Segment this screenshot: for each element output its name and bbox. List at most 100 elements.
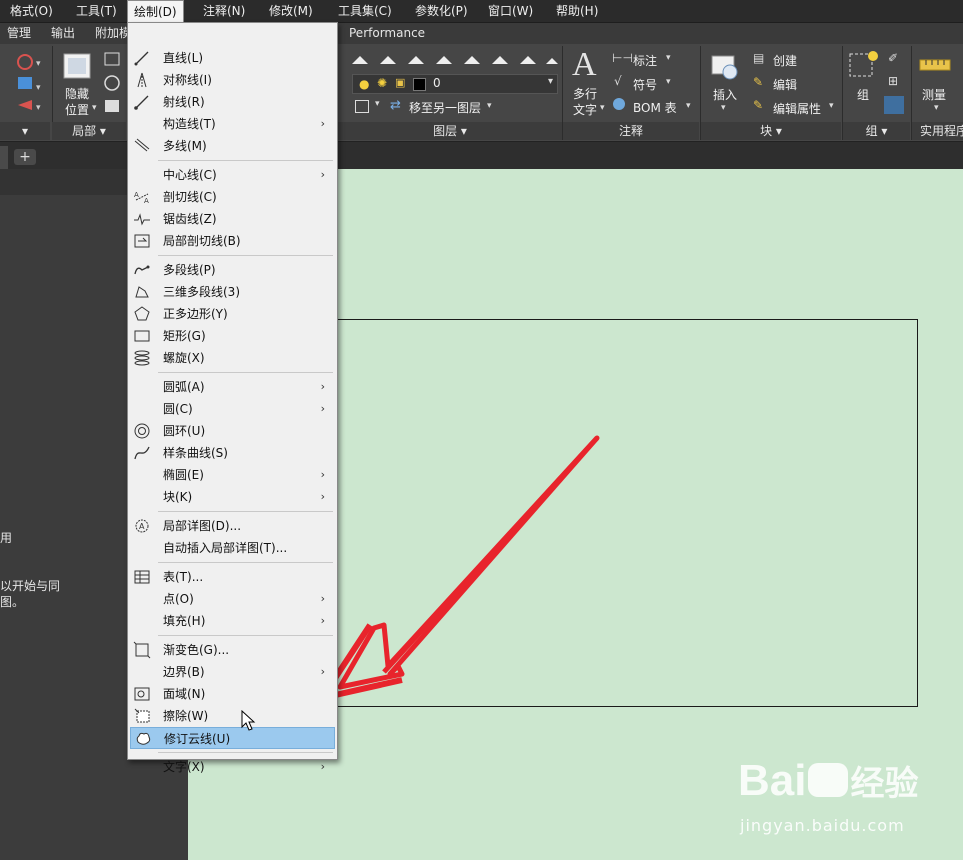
draw-menu-item[interactable]: 自动插入局部详图(T)... [130, 537, 335, 559]
menu-annotate[interactable]: 注释(N) [197, 0, 251, 22]
edit-button[interactable]: 编辑 [773, 76, 797, 93]
submenu-arrow-icon: › [320, 380, 325, 393]
draw-menu-item[interactable]: 三维多段线(3) [130, 281, 335, 303]
draw-menu-item[interactable]: 对称线(I) [130, 69, 335, 91]
bom-button[interactable]: BOM 表 [633, 99, 677, 116]
draw-menu-item[interactable]: 椭圆(E) › [130, 464, 335, 486]
menu-toolsets[interactable]: 工具集(C) [332, 0, 398, 22]
draw-menu-item[interactable]: 中心线(C) › [130, 164, 335, 186]
draw-menu-item-label: 擦除(W) [163, 709, 209, 723]
layer-box-icon[interactable] [355, 100, 369, 113]
draw-menu-item[interactable]: 锯齿线(Z) [130, 208, 335, 230]
create-button[interactable]: 创建 [773, 52, 797, 69]
menu-draw[interactable]: 绘制(D) [127, 0, 184, 23]
left-panel-text-3: 图。 [0, 595, 25, 609]
ray-icon [134, 95, 149, 110]
draw-menu-item[interactable]: 点(O) › [130, 588, 335, 610]
menu-separator [158, 562, 333, 563]
draw-menu-item[interactable]: 渐变色(G)... [130, 639, 335, 661]
draw-menu-item[interactable]: 圆弧(A) › [130, 376, 335, 398]
draw-menu-item[interactable]: 圆环(U) [130, 420, 335, 442]
panel-title-layer[interactable]: 图层 ▾ [338, 122, 562, 140]
draw-menu-item[interactable]: 填充(H) › [130, 610, 335, 632]
group-select-icon[interactable]: ⊞ [888, 74, 898, 88]
chevron-down-icon[interactable]: ▾ [721, 103, 726, 113]
draw-menu-item[interactable]: 文字(X) › [130, 756, 335, 778]
3d-polyline-icon [135, 286, 149, 298]
panel-title-annotate[interactable]: 注释 [563, 122, 699, 140]
measure-icon[interactable] [918, 54, 952, 80]
draw-menu-item[interactable]: 样条曲线(S) [130, 442, 335, 464]
draw-menu-item[interactable]: 表(T)... [130, 566, 335, 588]
panel-title-group[interactable]: 组 ▾ [843, 122, 910, 140]
layer-dropdown[interactable]: ● ✺ ▣ 0 ▾ [352, 74, 558, 94]
svg-text:A: A [134, 191, 139, 199]
chevron-down-icon: ▾ [547, 76, 553, 87]
draw-menu-item[interactable]: 圆(C) › [130, 398, 335, 420]
draw-menu-item-label: 圆(C) [163, 402, 193, 416]
chevron-down-icon[interactable]: ▾ [829, 101, 834, 111]
draw-menu-item[interactable]: 多段线(P) [130, 259, 335, 281]
draw-menu-item[interactable]: 构造线(T) › [130, 113, 335, 135]
chevron-down-icon[interactable]: ▾ [487, 101, 492, 111]
file-tab[interactable] [0, 146, 8, 169]
svg-text:▾: ▾ [36, 59, 41, 69]
tab-performance[interactable]: Performance [349, 25, 425, 42]
chevron-down-icon[interactable]: ▾ [92, 103, 97, 113]
submenu-arrow-icon: › [320, 614, 325, 627]
menu-window[interactable]: 窗口(W) [482, 0, 539, 22]
draw-menu-item[interactable]: 块(K) › [130, 486, 335, 508]
tab-addins[interactable]: 附加模 [95, 25, 131, 42]
dimension-button[interactable]: 标注 [633, 52, 657, 69]
layer-tools-icons[interactable] [350, 52, 560, 70]
draw-menu-item[interactable]: A A 剖切线(C) [130, 186, 335, 208]
tab-manage[interactable]: 管理 [7, 25, 31, 42]
draw-menu-item[interactable]: 多线(M) [130, 135, 335, 157]
group-icon[interactable] [847, 48, 881, 82]
draw-menu-item[interactable]: A 局部详图(D)... [130, 515, 335, 537]
draw-menu-item-label: 圆环(U) [163, 424, 206, 438]
panel-title-left[interactable]: ▾ [0, 122, 50, 140]
move-to-layer-button[interactable]: 移至另一图层 [409, 99, 481, 116]
draw-menu-item-label: 表(T)... [163, 570, 204, 584]
symbol-button[interactable]: 符号 [633, 76, 657, 93]
panel-title-utility[interactable]: 实用程序 [912, 122, 963, 140]
draw-menu-item[interactable]: 射线(R) [130, 91, 335, 113]
chevron-down-icon[interactable]: ▾ [686, 101, 691, 111]
hide-position-icon[interactable] [62, 52, 94, 82]
draw-menu-item[interactable]: 矩形(G) [130, 325, 335, 347]
draw-menu-item[interactable]: 直线(L) [130, 47, 335, 69]
group-edit-icon[interactable]: ✐ [888, 51, 898, 65]
chevron-down-icon[interactable]: ▾ [666, 77, 671, 87]
chevron-down-icon[interactable]: ▾ [600, 103, 605, 113]
menu-help[interactable]: 帮助(H) [550, 0, 604, 22]
draw-menu-item-label: 样条曲线(S) [163, 446, 228, 460]
draw-menu-item-label: 构造线(T) [163, 117, 216, 131]
group-selection-toggle-icon[interactable] [884, 96, 904, 114]
draw-menu-item[interactable]: 正多边形(Y) [130, 303, 335, 325]
new-tab-plus-icon[interactable]: + [14, 149, 36, 165]
draw-menu-item[interactable]: 螺旋(X) [130, 347, 335, 369]
menu-tools[interactable]: 工具(T) [70, 0, 123, 22]
draw-menu-item[interactable]: 局部剖切线(B) [130, 230, 335, 252]
draw-menu-item[interactable]: 擦除(W) [130, 705, 335, 727]
insert-block-icon[interactable] [708, 50, 742, 82]
menu-parametric[interactable]: 参数化(P) [409, 0, 474, 22]
draw-menu-item[interactable]: 修订云线(U) [130, 727, 335, 749]
svg-text:▾: ▾ [36, 103, 41, 113]
chevron-down-icon[interactable]: ▾ [934, 103, 939, 113]
multiline-text-icon[interactable]: A [572, 46, 597, 84]
local-tools-icons[interactable] [103, 50, 125, 116]
tab-output[interactable]: 输出 [51, 25, 75, 42]
panel-title-local[interactable]: 局部 ▾ [52, 122, 126, 140]
tool-icons-column[interactable]: ▾ ▾ ▾ [14, 50, 42, 116]
menu-format[interactable]: 格式(O) [4, 0, 59, 22]
menu-separator [158, 372, 333, 373]
draw-menu-item[interactable]: 面域(N) [130, 683, 335, 705]
panel-title-block[interactable]: 块 ▾ [701, 122, 841, 140]
chevron-down-icon[interactable]: ▾ [375, 99, 380, 109]
edit-attribute-button[interactable]: 编辑属性 [773, 100, 821, 117]
chevron-down-icon[interactable]: ▾ [666, 53, 671, 63]
draw-menu-item[interactable]: 边界(B) › [130, 661, 335, 683]
menu-modify[interactable]: 修改(M) [263, 0, 319, 22]
